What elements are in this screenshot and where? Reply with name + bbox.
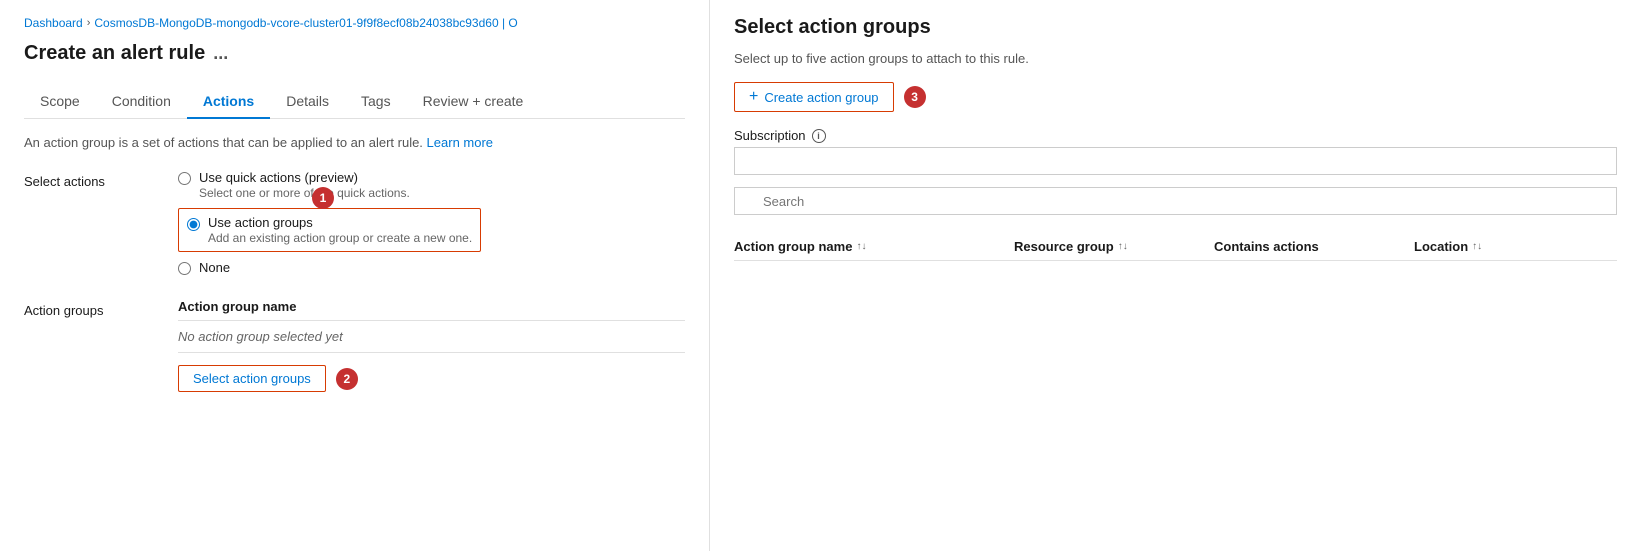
tab-condition[interactable]: Condition (96, 85, 187, 119)
tab-scope[interactable]: Scope (24, 85, 96, 119)
subscription-label: Subscription (734, 128, 806, 143)
th-contains-actions: Contains actions (1214, 239, 1414, 254)
plus-icon: + (749, 88, 758, 106)
th-action-group-name-label: Action group name (734, 239, 852, 254)
page-title: Create an alert rule (24, 42, 205, 65)
radio-quick-actions-input[interactable] (178, 172, 191, 185)
learn-more-link[interactable]: Learn more (427, 135, 493, 150)
left-panel: Dashboard › CosmosDB-MongoDB-mongodb-vco… (0, 0, 710, 551)
table-header: Action group name ↑↓ Resource group ↑↓ C… (734, 239, 1617, 261)
select-action-groups-button[interactable]: Select action groups (178, 365, 326, 392)
action-groups-subtitle: Add an existing action group or create a… (208, 231, 472, 245)
step-badge-3: 3 (904, 86, 926, 108)
tab-details[interactable]: Details (270, 85, 345, 119)
tab-bar: Scope Condition Actions Details Tags Rev… (24, 85, 685, 119)
none-title: None (199, 260, 230, 275)
quick-actions-subtitle: Select one or more of the quick actions. (199, 186, 410, 200)
radio-quick-actions: Use quick actions (preview) Select one o… (178, 170, 685, 200)
th-location[interactable]: Location ↑↓ (1414, 239, 1574, 254)
create-action-group-button[interactable]: + Create action group (734, 82, 894, 112)
actions-options: Use quick actions (preview) Select one o… (178, 170, 685, 283)
th-resource-group[interactable]: Resource group ↑↓ (1014, 239, 1214, 254)
subscription-input[interactable] (734, 147, 1617, 175)
radio-none-option: None (178, 260, 685, 275)
radio-action-groups-input[interactable] (187, 218, 200, 231)
ag-name-header: Action group name (178, 299, 685, 321)
page-title-container: Create an alert rule ... (24, 42, 685, 65)
right-panel-title: Select action groups (734, 16, 1617, 39)
info-text: An action group is a set of actions that… (24, 135, 685, 150)
ellipsis-menu[interactable]: ... (213, 43, 228, 64)
th-action-group-name[interactable]: Action group name ↑↓ (734, 239, 1014, 254)
action-groups-title: Use action groups (208, 215, 472, 230)
radio-action-groups-option: Use action groups Add an existing action… (178, 208, 685, 252)
right-panel: Select action groups Select up to five a… (710, 0, 1641, 551)
right-panel-subtitle: Select up to five action groups to attac… (734, 51, 1617, 66)
breadcrumb: Dashboard › CosmosDB-MongoDB-mongodb-vco… (24, 16, 685, 30)
ag-no-selection: No action group selected yet (178, 329, 685, 353)
select-actions-row: Select actions Use quick actions (previe… (24, 170, 685, 283)
create-ag-btn-wrapper: + Create action group 3 (734, 82, 1617, 112)
breadcrumb-dashboard[interactable]: Dashboard (24, 16, 83, 30)
sort-icon-location: ↑↓ (1472, 241, 1482, 252)
select-ag-btn-wrapper: Select action groups 2 (178, 365, 685, 392)
step-badge-2: 2 (336, 368, 358, 390)
th-location-label: Location (1414, 239, 1468, 254)
subscription-info-icon[interactable]: i (812, 129, 826, 143)
radio-none-input[interactable] (178, 262, 191, 275)
breadcrumb-separator: › (87, 17, 91, 29)
subscription-label-container: Subscription i (734, 128, 1617, 143)
table-body (734, 265, 1617, 365)
th-contains-actions-label: Contains actions (1214, 239, 1319, 254)
info-prefix: An action group is a set of actions that… (24, 135, 423, 150)
create-action-group-label: Create action group (764, 90, 878, 105)
search-wrapper: 🔍 (734, 187, 1617, 227)
th-resource-group-label: Resource group (1014, 239, 1114, 254)
action-groups-row: Action groups Action group name No actio… (24, 299, 685, 392)
tab-review[interactable]: Review + create (407, 85, 540, 119)
table-container: Action group name ↑↓ Resource group ↑↓ C… (734, 239, 1617, 365)
breadcrumb-cosmos[interactable]: CosmosDB-MongoDB-mongodb-vcore-cluster01… (94, 16, 517, 30)
quick-actions-title: Use quick actions (preview) (199, 170, 410, 185)
search-input[interactable] (734, 187, 1617, 215)
sort-icon-name: ↑↓ (856, 241, 866, 252)
tab-actions[interactable]: Actions (187, 85, 270, 119)
action-groups-content: Action group name No action group select… (178, 299, 685, 392)
tab-tags[interactable]: Tags (345, 85, 407, 119)
select-actions-label: Select actions (24, 170, 154, 283)
sort-icon-resource: ↑↓ (1118, 241, 1128, 252)
action-groups-label: Action groups (24, 299, 154, 392)
